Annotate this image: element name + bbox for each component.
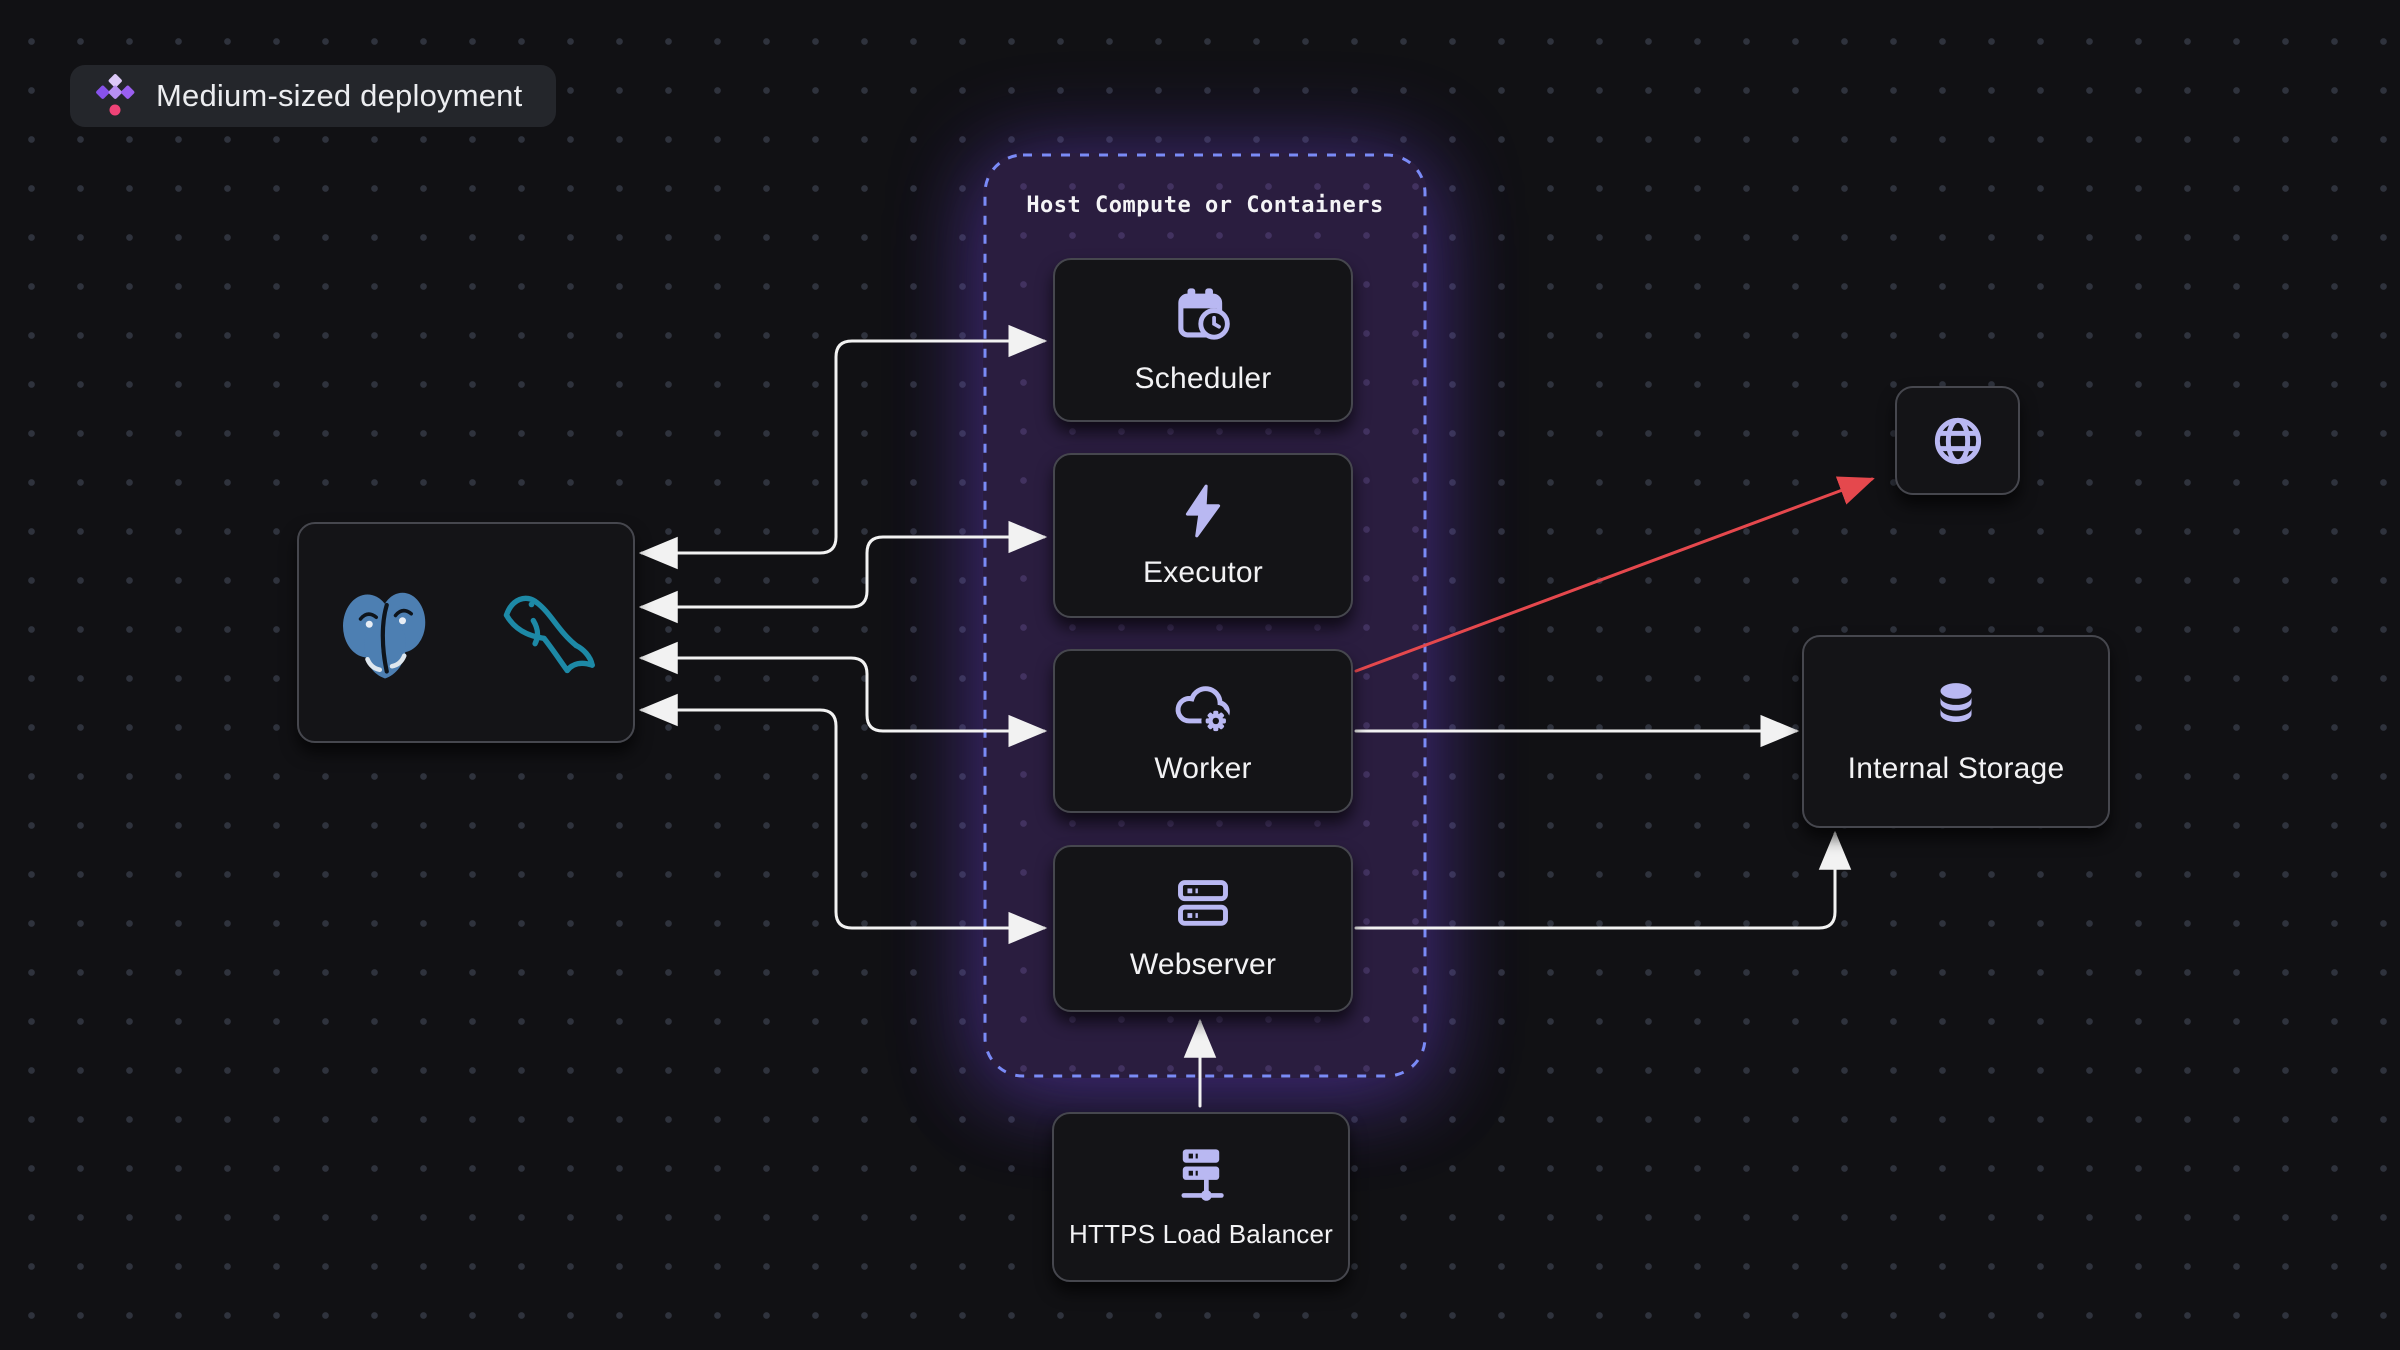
mysql-logo [485, 583, 603, 683]
scheduler-node: Scheduler [1053, 258, 1353, 422]
external-endpoint-node [1895, 386, 2020, 495]
webserver-node: Webserver [1053, 845, 1353, 1012]
database-cylinder-icon [1927, 678, 1985, 736]
postgresql-logo [329, 577, 441, 689]
worker-node: Worker [1053, 649, 1353, 813]
executor-node: Executor [1053, 453, 1353, 618]
scheduler-label: Scheduler [1135, 362, 1272, 396]
edge-webserver-storage [1356, 834, 1835, 928]
calendar-clock-icon [1172, 284, 1234, 346]
host-container-title: Host Compute or Containers [983, 193, 1427, 218]
load-balancer-icon [1171, 1145, 1231, 1203]
lightning-bolt-icon [1174, 482, 1232, 540]
globe-icon [1925, 408, 1991, 474]
internal-storage-node: Internal Storage [1802, 635, 2110, 828]
executor-label: Executor [1143, 556, 1263, 590]
metadata-db-logos [329, 577, 603, 689]
metadata-db-node [297, 522, 635, 743]
deployment-diagram: Host Compute or Containers [0, 0, 2400, 1350]
internal-storage-label: Internal Storage [1848, 752, 2065, 786]
webserver-label: Webserver [1130, 948, 1276, 982]
deployment-badge: Medium-sized deployment [70, 65, 556, 127]
load-balancer-label: HTTPS Load Balancer [1069, 1219, 1333, 1250]
deployment-diamonds-icon [94, 73, 136, 119]
edge-worker-external [1356, 479, 1872, 671]
server-stack-icon [1173, 876, 1233, 932]
load-balancer-node: HTTPS Load Balancer [1052, 1112, 1350, 1282]
deployment-badge-label: Medium-sized deployment [156, 78, 522, 114]
worker-label: Worker [1154, 752, 1251, 786]
cloud-gear-icon [1171, 676, 1235, 736]
